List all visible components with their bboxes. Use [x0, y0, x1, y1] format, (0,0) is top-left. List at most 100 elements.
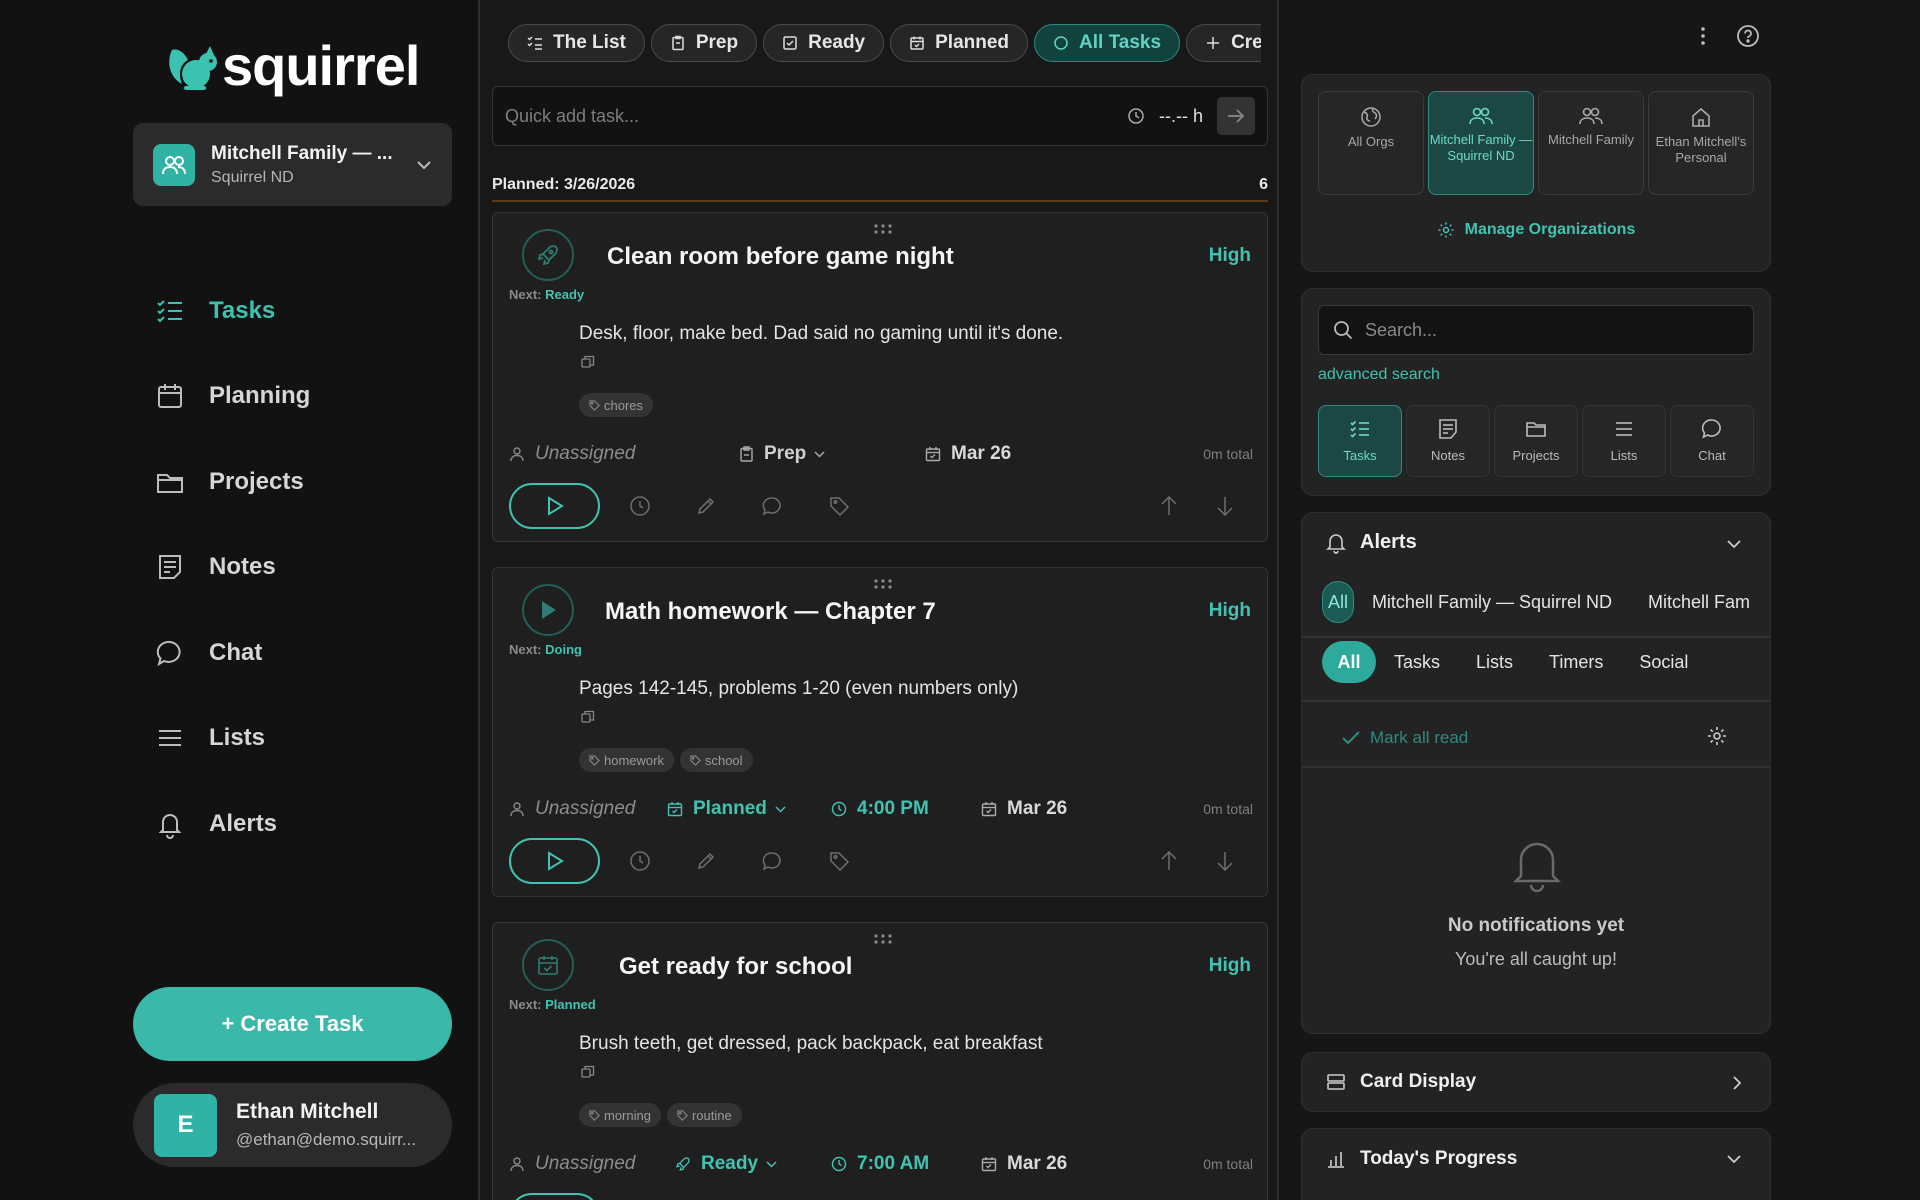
nav-item-lists[interactable]: Lists — [155, 696, 310, 782]
task-status-button[interactable] — [522, 229, 574, 281]
drag-handle-icon[interactable] — [873, 933, 893, 945]
drag-handle-icon[interactable] — [873, 223, 893, 235]
alert-type-timers[interactable]: Timers — [1531, 641, 1621, 683]
pencil-icon[interactable] — [695, 495, 717, 517]
org-tile-mitchell-family[interactable]: Mitchell Family — [1538, 91, 1644, 195]
start-timer-button[interactable] — [509, 483, 600, 529]
comment-icon[interactable] — [761, 495, 783, 517]
due-time[interactable]: 7:00 AM — [831, 1149, 929, 1179]
move-down-icon[interactable] — [1215, 495, 1235, 517]
alert-type-tasks[interactable]: Tasks — [1376, 641, 1458, 683]
assignee[interactable]: Unassigned — [509, 1149, 635, 1179]
alert-type-social[interactable]: Social — [1621, 641, 1706, 683]
task-card[interactable]: Next: Ready Clean room before game night… — [492, 212, 1268, 542]
move-down-icon[interactable] — [1215, 850, 1235, 872]
pencil-icon[interactable] — [695, 850, 717, 872]
alert-org-mitchell-family-squirrel-nd[interactable]: Mitchell Family — Squirrel ND — [1354, 581, 1630, 623]
alert-type-lists[interactable]: Lists — [1458, 641, 1531, 683]
alerts-header[interactable]: Alerts — [1326, 531, 1417, 554]
filter-chip-planned[interactable]: Planned — [890, 24, 1029, 62]
task-card[interactable]: Next: Planned Get ready for school High … — [492, 922, 1268, 1200]
chevron-down-icon — [775, 805, 786, 813]
tag[interactable]: homework — [579, 748, 674, 772]
due-date[interactable]: Mar 26 — [981, 794, 1067, 824]
org-selector[interactable]: Mitchell Family — ... Squirrel ND — [133, 123, 452, 206]
filter-chip-ready[interactable]: Ready — [763, 24, 885, 62]
alert-org-mitchell-family[interactable]: Mitchell Fam — [1630, 581, 1768, 623]
org-tile-personal[interactable]: Ethan Mitchell's Personal — [1648, 91, 1754, 195]
todays-progress-panel[interactable]: Today's Progress — [1301, 1128, 1771, 1200]
more-vertical-icon[interactable] — [1700, 26, 1706, 46]
copy-icon[interactable] — [581, 355, 595, 369]
move-up-icon[interactable] — [1159, 495, 1179, 517]
tag[interactable]: routine — [666, 1103, 742, 1127]
task-card[interactable]: Next: Doing Math homework — Chapter 7 Hi… — [492, 567, 1268, 897]
clock-icon[interactable] — [629, 850, 651, 872]
tag[interactable]: chores — [579, 393, 654, 417]
nav-item-tasks[interactable]: Tasks — [155, 268, 310, 354]
priority-badge[interactable]: High — [1209, 955, 1251, 977]
clipboard-icon — [740, 446, 753, 462]
search-category-notes[interactable]: Notes — [1406, 405, 1490, 477]
app-logo[interactable]: squirrel — [164, 38, 420, 94]
quick-add-submit-button[interactable] — [1217, 97, 1255, 135]
create-task-button[interactable]: + Create Task — [133, 987, 452, 1061]
priority-badge[interactable]: High — [1209, 245, 1251, 267]
comment-icon[interactable] — [761, 850, 783, 872]
tag[interactable]: school — [679, 748, 753, 772]
alert-org-all[interactable]: All — [1322, 581, 1354, 623]
help-circle-icon[interactable] — [1736, 24, 1760, 48]
drag-handle-icon[interactable] — [873, 578, 893, 590]
move-up-icon[interactable] — [1159, 850, 1179, 872]
nav-item-planning[interactable]: Planning — [155, 354, 310, 440]
chevron-down-icon[interactable] — [1726, 539, 1742, 549]
advanced-search-link[interactable]: advanced search — [1318, 366, 1440, 384]
copy-icon[interactable] — [581, 710, 595, 724]
start-timer-button[interactable] — [509, 1193, 600, 1200]
filter-chip-prep[interactable]: Prep — [650, 24, 758, 62]
clock-icon[interactable] — [629, 495, 651, 517]
due-date[interactable]: Mar 26 — [981, 1149, 1067, 1179]
task-status-button[interactable] — [522, 939, 574, 991]
status-dropdown[interactable]: Prep — [739, 439, 825, 469]
nav-item-alerts[interactable]: Alerts — [155, 781, 310, 867]
assignee[interactable]: Unassigned — [509, 439, 635, 469]
assignee[interactable]: Unassigned — [509, 794, 635, 824]
card-display-panel[interactable]: Card Display — [1301, 1052, 1771, 1112]
mark-all-read-button[interactable]: Mark all read — [1342, 728, 1468, 748]
nav-item-projects[interactable]: Projects — [155, 439, 310, 525]
user-profile[interactable]: E Ethan Mitchell @ethan@demo.squirr... — [133, 1083, 452, 1167]
quick-add-input[interactable] — [505, 105, 1127, 127]
gear-icon[interactable] — [1706, 725, 1728, 747]
nav-item-notes[interactable]: Notes — [155, 525, 310, 611]
hours-estimate[interactable]: --.-- h — [1127, 106, 1203, 127]
search-category-projects[interactable]: Projects — [1494, 405, 1578, 477]
due-date[interactable]: Mar 26 — [925, 439, 1011, 469]
start-timer-button[interactable] — [509, 838, 600, 884]
tag-icon[interactable] — [829, 850, 851, 872]
filter-chip-create[interactable]: Creat — [1186, 24, 1261, 62]
search-category-tasks[interactable]: Tasks — [1318, 405, 1402, 477]
due-time[interactable]: 4:00 PM — [831, 794, 929, 824]
search-category-chat[interactable]: Chat — [1670, 405, 1754, 477]
status-dropdown[interactable]: Planned — [667, 794, 786, 824]
org-tile-mitchell-family-squirrel-nd[interactable]: Mitchell Family — Squirrel ND — [1428, 91, 1534, 195]
filter-chip-all-tasks[interactable]: All Tasks — [1034, 24, 1181, 62]
tag-icon[interactable] — [829, 495, 851, 517]
search-input[interactable] — [1365, 319, 1725, 341]
filter-chip-the-list[interactable]: The List — [508, 24, 645, 62]
copy-icon[interactable] — [581, 1065, 595, 1079]
task-title[interactable]: Get ready for school — [619, 953, 852, 981]
search-category-lists[interactable]: Lists — [1582, 405, 1666, 477]
status-dropdown[interactable]: Ready — [675, 1149, 777, 1179]
priority-badge[interactable]: High — [1209, 600, 1251, 622]
nav-item-chat[interactable]: Chat — [155, 610, 310, 696]
task-status-button[interactable] — [522, 584, 574, 636]
manage-organizations-link[interactable]: Manage Organizations — [1302, 221, 1770, 239]
alert-type-all[interactable]: All — [1322, 641, 1376, 683]
org-tile-all[interactable]: All Orgs — [1318, 91, 1424, 195]
task-title[interactable]: Math homework — Chapter 7 — [605, 598, 936, 626]
tag[interactable]: morning — [579, 1103, 661, 1127]
hours-value: --.-- h — [1159, 105, 1203, 126]
task-title[interactable]: Clean room before game night — [607, 243, 954, 271]
